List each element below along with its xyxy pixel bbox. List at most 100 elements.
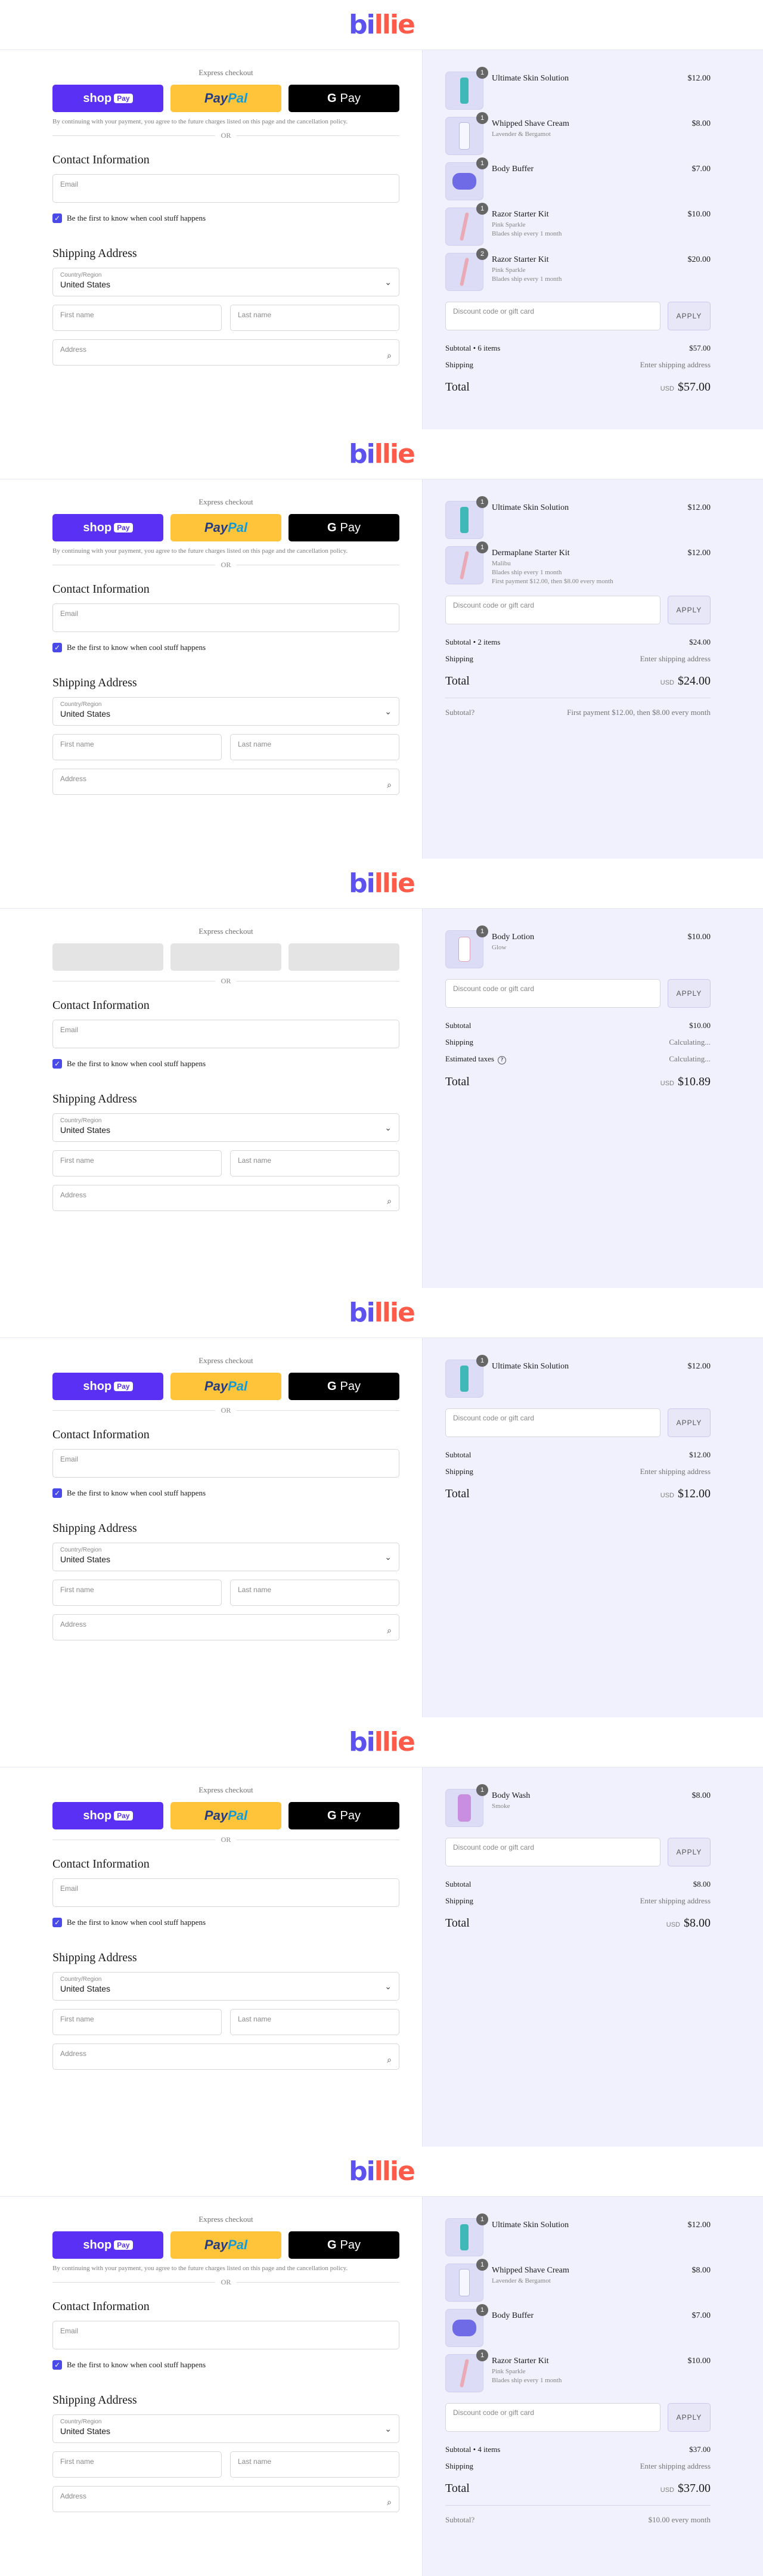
address-field[interactable]: Address ⌕ xyxy=(52,2486,399,2512)
shop-pay-button[interactable]: shop Pay xyxy=(52,85,163,112)
google-pay-button[interactable]: G Pay xyxy=(289,2231,399,2259)
paypal-button[interactable]: Pay Pal xyxy=(170,2231,281,2259)
email-field[interactable]: Email xyxy=(52,174,399,203)
country-select[interactable]: Country/Region United States ⌄ xyxy=(52,697,399,726)
billie-logo[interactable]: billie xyxy=(349,11,415,38)
first-name-field[interactable]: First name xyxy=(52,305,222,331)
discount-input[interactable]: Discount code or gift card xyxy=(445,1408,660,1437)
billie-logo[interactable]: billie xyxy=(349,870,415,897)
google-pay-button[interactable]: G Pay xyxy=(289,1802,399,1829)
shop-pay-button[interactable]: shop Pay xyxy=(52,1373,163,1400)
discount-input[interactable]: Discount code or gift card xyxy=(445,979,660,1008)
recurring-label-wrap: Subtotal? xyxy=(445,2515,474,2525)
apply-button[interactable]: APPLY xyxy=(668,1838,711,1866)
taxes-label-wrap: Estimated taxes? xyxy=(445,1054,506,1064)
product-image xyxy=(460,507,469,533)
email-field[interactable]: Email xyxy=(52,1020,399,1048)
item-name: Whipped Shave Cream xyxy=(492,119,569,128)
subtotal-value: $37.00 xyxy=(689,2445,711,2454)
last-name-field[interactable]: Last name xyxy=(230,2009,399,2035)
google-pay-button[interactable]: G Pay xyxy=(289,1373,399,1400)
shipping-value: Enter shipping address xyxy=(640,1896,711,1905)
address-field[interactable]: Address ⌕ xyxy=(52,1185,399,1211)
marketing-checkbox[interactable]: ✓ xyxy=(52,643,62,652)
billie-logo[interactable]: billie xyxy=(349,2158,415,2185)
marketing-optin[interactable]: ✓ Be the first to know when cool stuff ha… xyxy=(52,1918,399,1927)
shop-pay-button[interactable]: shop Pay xyxy=(52,514,163,541)
recurring-label: Subtotal xyxy=(445,2515,472,2524)
apply-button[interactable]: APPLY xyxy=(668,1408,711,1437)
marketing-checkbox[interactable]: ✓ xyxy=(52,1918,62,1927)
taxes-value: Calculating... xyxy=(669,1054,711,1063)
email-field[interactable]: Email xyxy=(52,1449,399,1478)
country-select[interactable]: Country/Region United States ⌄ xyxy=(52,2414,399,2443)
country-select[interactable]: Country/Region United States ⌄ xyxy=(52,268,399,296)
paypal-button[interactable]: Pay Pal xyxy=(170,85,281,112)
marketing-optin[interactable]: ✓ Be the first to know when cool stuff ha… xyxy=(52,1059,399,1069)
country-select[interactable]: Country/Region United States ⌄ xyxy=(52,1972,399,2001)
shop-pay-button[interactable]: shop Pay xyxy=(52,2231,163,2259)
marketing-checkbox[interactable]: ✓ xyxy=(52,1059,62,1069)
country-select[interactable]: Country/Region United States ⌄ xyxy=(52,1543,399,1571)
last-name-field[interactable]: Last name xyxy=(230,2451,399,2478)
country-value: United States xyxy=(60,1984,111,1993)
discount-input[interactable]: Discount code or gift card xyxy=(445,2403,660,2432)
billie-logo[interactable]: billie xyxy=(349,1299,415,1326)
first-name-field[interactable]: First name xyxy=(52,1580,222,1606)
email-field[interactable]: Email xyxy=(52,1878,399,1907)
marketing-checkbox[interactable]: ✓ xyxy=(52,213,62,223)
email-field[interactable]: Email xyxy=(52,2321,399,2349)
subtotal-value: $10.00 xyxy=(689,1021,711,1030)
address-field[interactable]: Address ⌕ xyxy=(52,339,399,366)
info-icon[interactable]: ? xyxy=(471,2515,474,2524)
address-field[interactable]: Address ⌕ xyxy=(52,2044,399,2070)
shop-pay-label: shop xyxy=(83,1379,112,1393)
first-name-field[interactable]: First name xyxy=(52,2451,222,2478)
info-icon[interactable]: ? xyxy=(497,1056,506,1064)
apply-button[interactable]: APPLY xyxy=(668,596,711,624)
address-field[interactable]: Address ⌕ xyxy=(52,769,399,795)
discount-input[interactable]: Discount code or gift card xyxy=(445,302,660,330)
country-select[interactable]: Country/Region United States ⌄ xyxy=(52,1113,399,1142)
item-price: $12.00 xyxy=(687,74,711,83)
first-name-field[interactable]: First name xyxy=(52,1150,222,1176)
discount-input[interactable]: Discount code or gift card xyxy=(445,1838,660,1866)
apply-button[interactable]: APPLY xyxy=(668,302,711,330)
apply-button[interactable]: APPLY xyxy=(668,2403,711,2432)
last-name-field[interactable]: Last name xyxy=(230,1580,399,1606)
total-row: Total USD $37.00 xyxy=(445,2482,711,2496)
last-name-field[interactable]: Last name xyxy=(230,734,399,760)
checkout-screens: billie Express checkout shop Pay Pay Pal G Pay B… xyxy=(0,0,763,2576)
paypal-button[interactable]: Pay Pal xyxy=(170,1373,281,1400)
last-name-field[interactable]: Last name xyxy=(230,305,399,331)
paypal-button[interactable]: Pay Pal xyxy=(170,1802,281,1829)
paypal-button[interactable]: Pay Pal xyxy=(170,514,281,541)
address-field[interactable]: Address ⌕ xyxy=(52,1614,399,1640)
quantity-badge: 1 xyxy=(476,2304,488,2316)
marketing-optin[interactable]: ✓ Be the first to know when cool stuff ha… xyxy=(52,2360,399,2370)
discount-input[interactable]: Discount code or gift card xyxy=(445,596,660,624)
google-pay-button[interactable]: G Pay xyxy=(289,85,399,112)
shop-pay-button[interactable]: shop Pay xyxy=(52,1802,163,1829)
last-name-field[interactable]: Last name xyxy=(230,1150,399,1176)
google-pay-button[interactable]: G Pay xyxy=(289,514,399,541)
email-placeholder: Email xyxy=(60,609,79,618)
email-field[interactable]: Email xyxy=(52,603,399,632)
recurring-value: $10.00 every month xyxy=(648,2515,711,2524)
info-icon[interactable]: ? xyxy=(471,708,474,717)
apply-button[interactable]: APPLY xyxy=(668,979,711,1008)
marketing-optin[interactable]: ✓ Be the first to know when cool stuff ha… xyxy=(52,213,399,223)
item-variant: Pink Sparkle xyxy=(492,2368,526,2375)
first-name-field[interactable]: First name xyxy=(52,734,222,760)
marketing-checkbox[interactable]: ✓ xyxy=(52,2360,62,2370)
marketing-checkbox[interactable]: ✓ xyxy=(52,1488,62,1498)
shipping-value: Enter shipping address xyxy=(640,360,711,369)
item-price: $7.00 xyxy=(691,165,711,174)
shipping-title: Shipping Address xyxy=(52,1951,137,1964)
billie-logo[interactable]: billie xyxy=(349,441,415,467)
country-label: Country/Region xyxy=(60,2419,102,2425)
marketing-optin[interactable]: ✓ Be the first to know when cool stuff ha… xyxy=(52,1488,399,1498)
marketing-optin[interactable]: ✓ Be the first to know when cool stuff ha… xyxy=(52,643,399,652)
billie-logo[interactable]: billie xyxy=(349,1729,415,1755)
first-name-field[interactable]: First name xyxy=(52,2009,222,2035)
